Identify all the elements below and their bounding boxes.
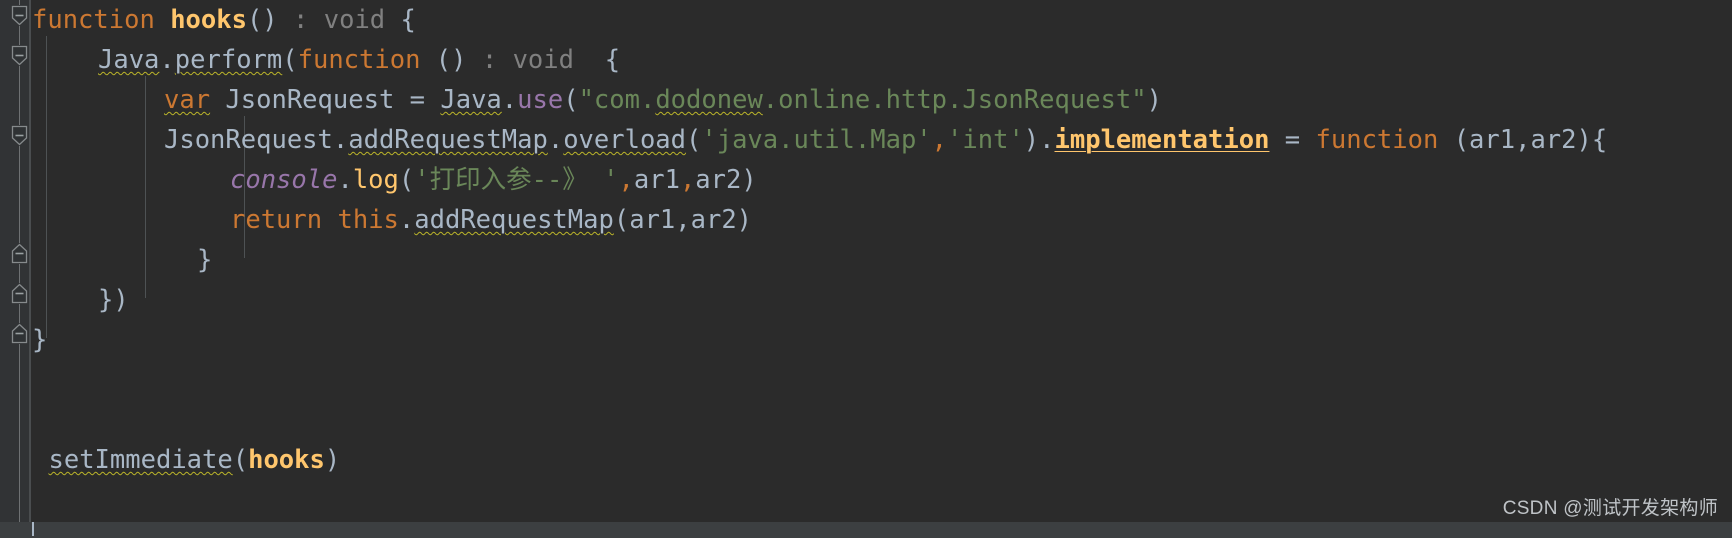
code-token: return <box>230 205 323 235</box>
code-token: implementation <box>1054 125 1270 155</box>
fold-spine <box>19 66 20 125</box>
code-token: , <box>679 165 696 195</box>
code-token: ) <box>324 445 341 475</box>
code-token: ( <box>563 85 579 115</box>
code-token: this <box>337 205 399 235</box>
code-text-area[interactable]: function hooks() : void {Java.perform(fu… <box>30 0 1732 538</box>
editor-bottom-strip <box>0 522 1732 538</box>
code-token: ( <box>686 125 702 155</box>
code-token: perform <box>174 45 283 75</box>
code-token: } <box>197 245 213 275</box>
code-token: overload <box>563 125 687 155</box>
code-token: "com. <box>578 85 656 115</box>
code-token: ar1 <box>633 165 680 195</box>
code-token: . <box>159 45 175 75</box>
code-token: hooks <box>170 5 247 35</box>
code-token: console <box>230 165 338 195</box>
code-line[interactable]: } <box>197 240 212 280</box>
code-token: () <box>246 5 278 35</box>
code-line[interactable]: return this.addRequestMap(ar1,ar2) <box>230 200 752 240</box>
fold-marker-line-9[interactable] <box>11 323 28 344</box>
code-token: Java <box>98 45 160 75</box>
text-caret <box>32 522 34 536</box>
code-token: . <box>398 205 415 235</box>
code-token: (ar1,ar2){ <box>1438 125 1608 155</box>
indent-guide <box>145 76 146 298</box>
code-token: { <box>573 45 621 75</box>
code-editor-window: function hooks() : void {Java.perform(fu… <box>0 0 1732 538</box>
code-token: 'java.util.Map' <box>701 125 932 155</box>
code-token: (ar1,ar2) <box>613 205 753 235</box>
code-token: var <box>164 85 211 115</box>
csdn-watermark: CSDN @测试开发架构师 <box>1502 498 1718 519</box>
code-token: function <box>32 5 155 35</box>
code-token: : void <box>481 45 574 75</box>
code-line[interactable]: setImmediate(hooks) <box>49 440 341 480</box>
code-token: ) <box>741 165 757 195</box>
code-token: . <box>547 125 564 155</box>
code-token: JsonRequest = <box>210 85 441 115</box>
indent-guide <box>46 36 47 338</box>
fold-marker-line-8[interactable] <box>11 283 28 304</box>
code-token: ( <box>398 165 415 195</box>
code-line[interactable]: Java.perform(function () : void { <box>98 40 620 80</box>
code-token: { <box>385 5 416 35</box>
code-token: log <box>352 165 399 195</box>
code-token: ). <box>1023 125 1055 155</box>
code-token: function <box>297 45 421 75</box>
code-line[interactable]: console.log('打印入参--》 ',ar1,ar2) <box>230 160 757 200</box>
code-token: dodonew <box>655 85 763 115</box>
code-token: .online.http.JsonRequest" <box>762 85 1147 115</box>
code-token: ar2 <box>695 165 742 195</box>
code-token: function <box>1315 125 1439 155</box>
fold-marker-line-1[interactable] <box>11 5 28 26</box>
fold-marker-line-4[interactable] <box>11 125 28 146</box>
code-token: = <box>1269 125 1316 155</box>
code-token: , <box>931 125 948 155</box>
code-line[interactable]: var JsonRequest = Java.use("com.dodonew.… <box>164 80 1162 120</box>
code-token: Java <box>440 85 502 115</box>
code-line[interactable]: }) <box>98 280 129 320</box>
code-token: ( <box>232 445 249 475</box>
fold-spine <box>19 344 20 522</box>
fold-marker-line-7[interactable] <box>11 243 28 264</box>
code-token: '打印入参--》 ' <box>414 165 619 195</box>
code-line[interactable]: } <box>32 320 47 360</box>
code-token: hooks <box>248 445 325 475</box>
code-token: JsonRequest. <box>164 125 349 155</box>
code-token: use <box>517 85 564 115</box>
fold-spine <box>19 26 20 45</box>
code-token: }) <box>98 285 129 315</box>
code-token: addRequestMap <box>348 125 548 155</box>
code-line[interactable]: function hooks() : void { <box>32 0 416 40</box>
code-token: addRequestMap <box>414 205 614 235</box>
code-token: } <box>32 325 48 355</box>
code-token: () <box>420 45 467 75</box>
code-token: ( <box>282 45 298 75</box>
code-token: , <box>618 165 634 195</box>
code-token: : void <box>293 5 386 35</box>
code-token: . <box>501 85 518 115</box>
fold-marker-line-2[interactable] <box>11 45 28 66</box>
editor-gutter[interactable] <box>0 0 30 538</box>
fold-spine <box>19 146 20 243</box>
code-token: ) <box>1146 85 1162 115</box>
code-token: setImmediate <box>48 445 233 475</box>
code-token: . <box>337 165 353 195</box>
code-token: 'int' <box>947 125 1024 155</box>
fold-spine <box>19 304 20 323</box>
code-line[interactable]: JsonRequest.addRequestMap.overload('java… <box>164 120 1607 160</box>
fold-spine <box>19 264 20 283</box>
